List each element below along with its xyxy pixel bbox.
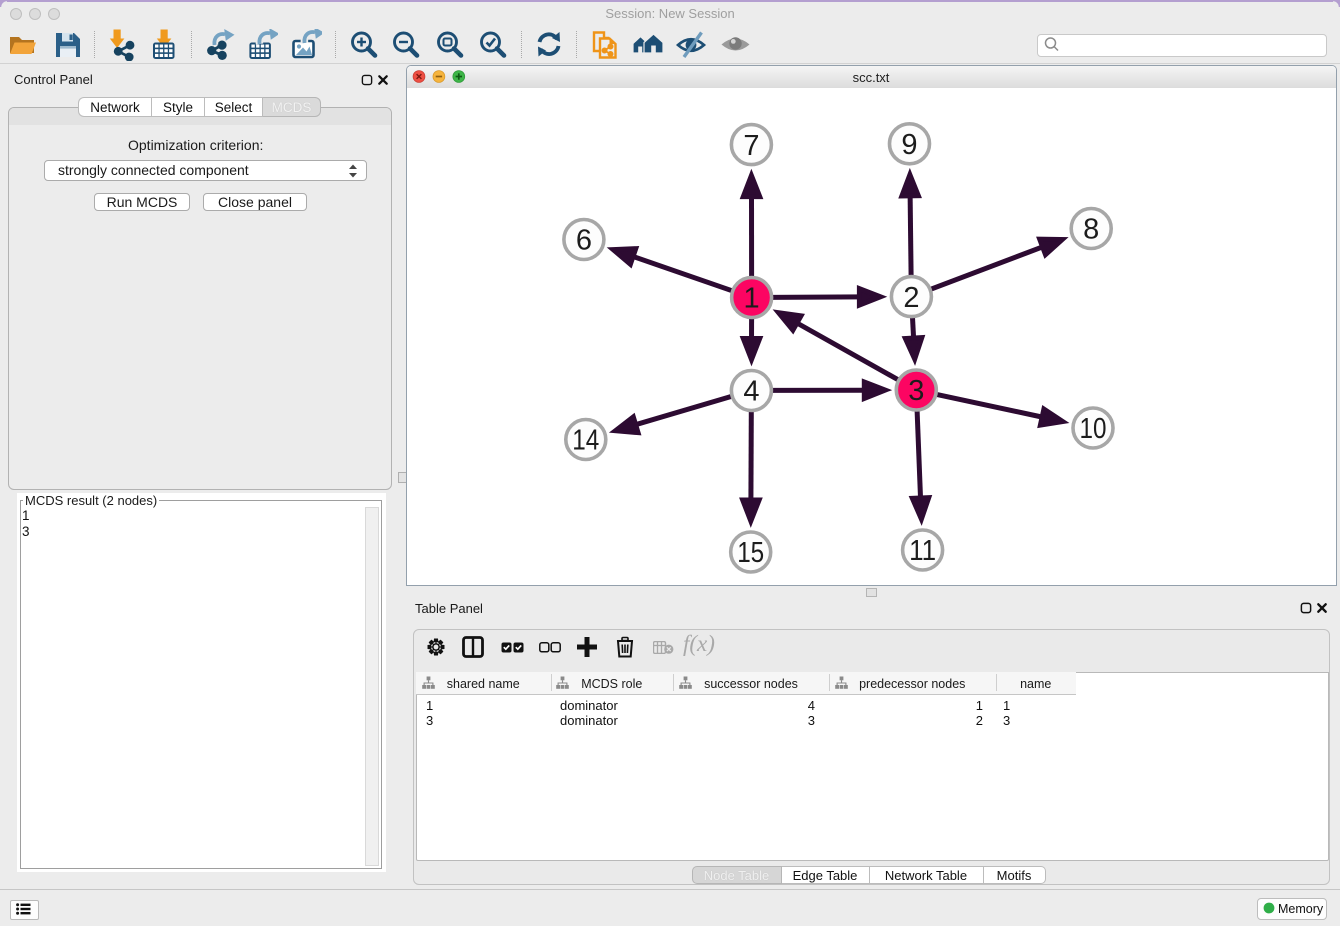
svg-text:6: 6 — [575, 225, 591, 257]
svg-text:9: 9 — [901, 129, 917, 161]
svg-text:8: 8 — [1083, 214, 1099, 246]
svg-text:10: 10 — [1079, 413, 1106, 445]
svg-text:14: 14 — [572, 425, 599, 457]
svg-text:15: 15 — [737, 537, 764, 569]
svg-text:3: 3 — [908, 375, 924, 407]
svg-text:7: 7 — [743, 130, 759, 162]
svg-text:2: 2 — [903, 282, 919, 314]
svg-text:4: 4 — [743, 376, 759, 408]
svg-text:11: 11 — [909, 535, 936, 567]
svg-text:1: 1 — [743, 283, 759, 315]
